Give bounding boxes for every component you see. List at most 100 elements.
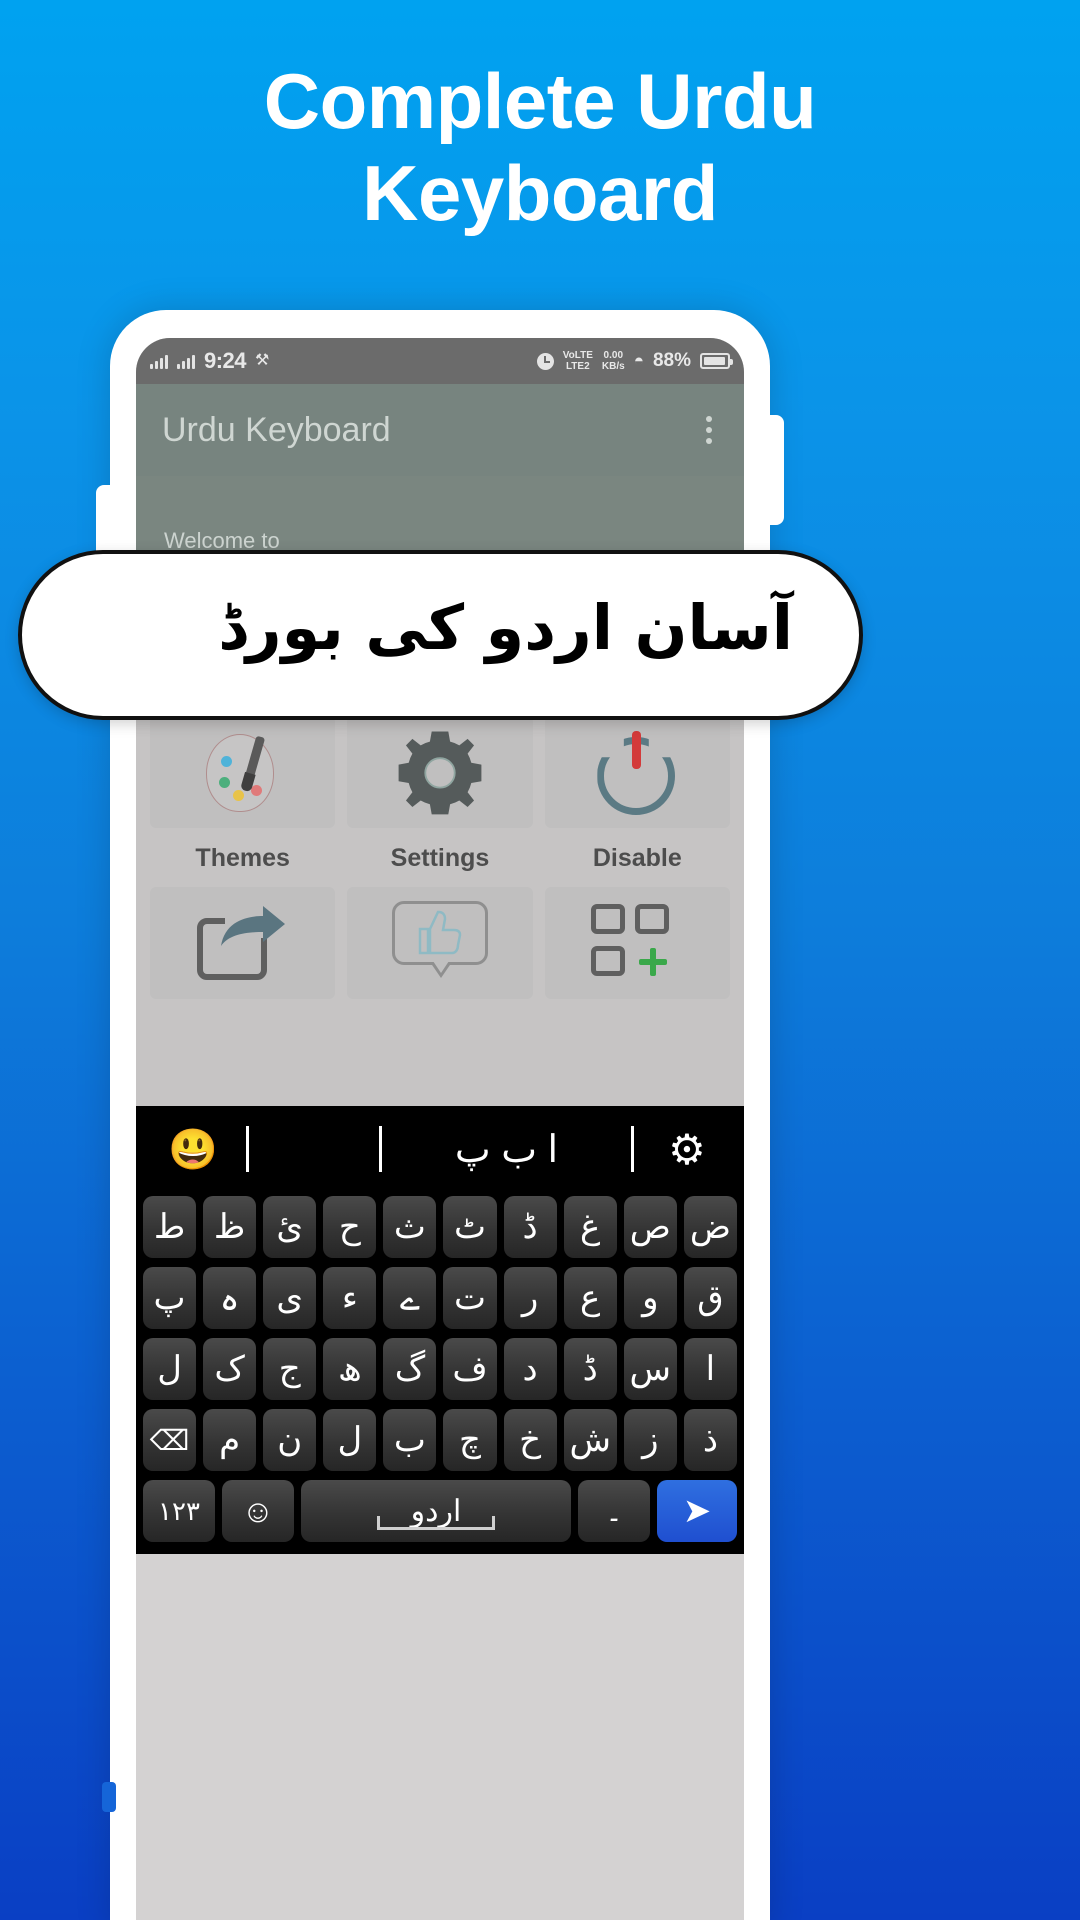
key-letter[interactable]: ش (563, 1409, 617, 1471)
key-letter[interactable]: غ (563, 1196, 617, 1258)
key-letter[interactable]: ک (203, 1338, 257, 1400)
palette-icon (205, 730, 280, 814)
key-letter[interactable]: ح (323, 1196, 377, 1258)
key-letter[interactable]: ث (383, 1196, 437, 1258)
key-letter[interactable]: ئ (263, 1196, 317, 1258)
keyboard-row: پہیءےترعوق (136, 1267, 744, 1338)
key-letter[interactable]: چ (443, 1409, 497, 1471)
toolbar-divider-2 (379, 1126, 382, 1172)
key-letter[interactable]: س (623, 1338, 677, 1400)
keyboard-rows: ط ظ ئ ح ث ٹ ڈ غ ص ض پ ہ ی ء ے ت ر ع و ق ل ک ج ھ گ ف د ڈ س ا ⌫ م ن ل ب چ خ ش ز ذ (136, 1192, 744, 1480)
action-grid-row-2 (150, 887, 730, 999)
speech-bubble-text: آسان اردو کی بورڈ (218, 591, 793, 664)
key-letter[interactable]: خ (503, 1409, 557, 1471)
key-letter[interactable]: ی (263, 1267, 317, 1329)
action-grid: Themes Settings Disable (136, 706, 744, 1106)
key-letter[interactable]: ٹ (443, 1196, 497, 1258)
keyboard-settings-icon[interactable]: ⚙ (644, 1125, 730, 1174)
disable-label: Disable (592, 844, 682, 872)
key-letter[interactable]: پ (143, 1267, 197, 1329)
key-letter[interactable]: م (203, 1409, 257, 1471)
signal-bars-icon-2 (177, 354, 195, 369)
themes-button[interactable] (150, 716, 336, 828)
key-letter[interactable]: ع (563, 1267, 617, 1329)
emoji-icon[interactable]: 😃 (150, 1126, 236, 1173)
share-button[interactable] (150, 887, 336, 999)
key-numbers[interactable]: ۱۲۳ (143, 1480, 215, 1542)
key-letter[interactable]: ء (323, 1267, 377, 1329)
toolbar-divider-3 (631, 1126, 634, 1172)
more-apps-button[interactable] (544, 887, 730, 999)
key-letter[interactable]: ز (623, 1409, 677, 1471)
key-letter[interactable]: ڈ (503, 1196, 557, 1258)
keyboard-toolbar: 😃 🖌 ا ب پ ⚙ (136, 1106, 744, 1192)
key-letter[interactable]: ظ (203, 1196, 257, 1258)
key-period[interactable]: ۔ (578, 1480, 650, 1542)
action-grid-labels-1: Themes Settings Disable (150, 836, 730, 873)
theme-brush-icon[interactable]: 🖌 (259, 1127, 369, 1171)
key-letter[interactable]: ق (683, 1267, 737, 1329)
key-letter[interactable]: ل (143, 1338, 197, 1400)
tools-icon: ⚒ (255, 352, 270, 369)
signal-bars-icon (150, 354, 168, 369)
phone-button-accent (102, 1782, 116, 1812)
data-rate-value: 0.00 (603, 350, 624, 361)
headline-line-1: Complete Urdu (263, 57, 817, 145)
key-letter[interactable]: ہ (203, 1267, 257, 1329)
key-letter[interactable]: ت (443, 1267, 497, 1329)
gear-icon (394, 726, 486, 818)
key-letter[interactable]: ذ (683, 1409, 737, 1471)
key-letter[interactable]: ص (623, 1196, 677, 1258)
key-letter[interactable]: ھ (323, 1338, 377, 1400)
key-space[interactable]: اردو (301, 1480, 571, 1542)
settings-button[interactable] (347, 716, 533, 828)
page-title: Complete Urdu Keyboard (0, 55, 1080, 239)
key-backspace[interactable]: ⌫ (143, 1409, 197, 1471)
key-letter[interactable]: ب (383, 1409, 437, 1471)
themes-label: Themes (195, 844, 290, 872)
key-letter[interactable]: ڈ (563, 1338, 617, 1400)
screenshot-root: Complete Urdu Keyboard 9:24 ⚒ VoLTE LTE2… (0, 0, 1080, 1920)
language-label[interactable]: ا ب پ (392, 1127, 621, 1172)
key-letter[interactable]: ن (263, 1409, 317, 1471)
data-rate-unit: KB/s (601, 361, 625, 372)
key-letter[interactable]: ا (683, 1338, 737, 1400)
keyboard-bottom-row: ۱۲۳ ☺ اردو ۔ ➤ (136, 1480, 744, 1554)
key-letter[interactable]: ر (503, 1267, 557, 1329)
data-rate-indicator: 0.00 KB/s (602, 350, 625, 372)
status-bar: 9:24 ⚒ VoLTE LTE2 0.00 KB/s ◓ 88% (136, 338, 744, 384)
key-letter[interactable]: ج (263, 1338, 317, 1400)
network-indicator: VoLTE LTE2 (563, 350, 593, 372)
keyboard-row: ⌫ م ن ل ب چ خ ش ز ذ (136, 1409, 744, 1480)
key-letter[interactable]: ل (323, 1409, 377, 1471)
battery-percent: 88% (652, 350, 691, 371)
key-letter[interactable]: ے (383, 1267, 437, 1329)
alarm-icon (536, 352, 554, 370)
key-send[interactable]: ➤ (657, 1480, 737, 1542)
network-label-top: VoLTE (562, 350, 593, 361)
key-letter[interactable]: ف (443, 1338, 497, 1400)
status-time: 9:24 (204, 348, 247, 373)
power-icon (594, 729, 680, 815)
key-letter[interactable]: ط (143, 1196, 197, 1258)
keyboard: 😃 🖌 ا ب پ ⚙ طظئحثٹڈغصضپہیءےترعوقلکجھگفدڈ… (136, 1106, 744, 1554)
phone-button-volume-down (768, 445, 784, 525)
action-grid-row-1 (150, 716, 730, 828)
headline-line-2: Keyboard (362, 149, 718, 238)
app-bar: Urdu Keyboard (136, 384, 744, 476)
app-title: Urdu Keyboard (162, 410, 391, 449)
rate-button[interactable] (347, 887, 533, 999)
key-letter[interactable]: گ (383, 1338, 437, 1400)
key-letter[interactable]: د (503, 1338, 557, 1400)
keyboard-row: لکجھگفدڈسا (136, 1338, 744, 1409)
key-letter[interactable]: و (623, 1267, 677, 1329)
key-letter[interactable]: ض (683, 1196, 737, 1258)
overflow-menu-icon[interactable] (700, 410, 718, 450)
share-icon (196, 904, 289, 982)
wifi-icon: ◓ (633, 351, 644, 370)
key-emoji[interactable]: ☺ (222, 1480, 294, 1542)
settings-label: Settings (390, 844, 490, 872)
battery-icon (700, 353, 733, 369)
more-apps-icon (591, 904, 683, 982)
disable-button[interactable] (544, 716, 730, 828)
